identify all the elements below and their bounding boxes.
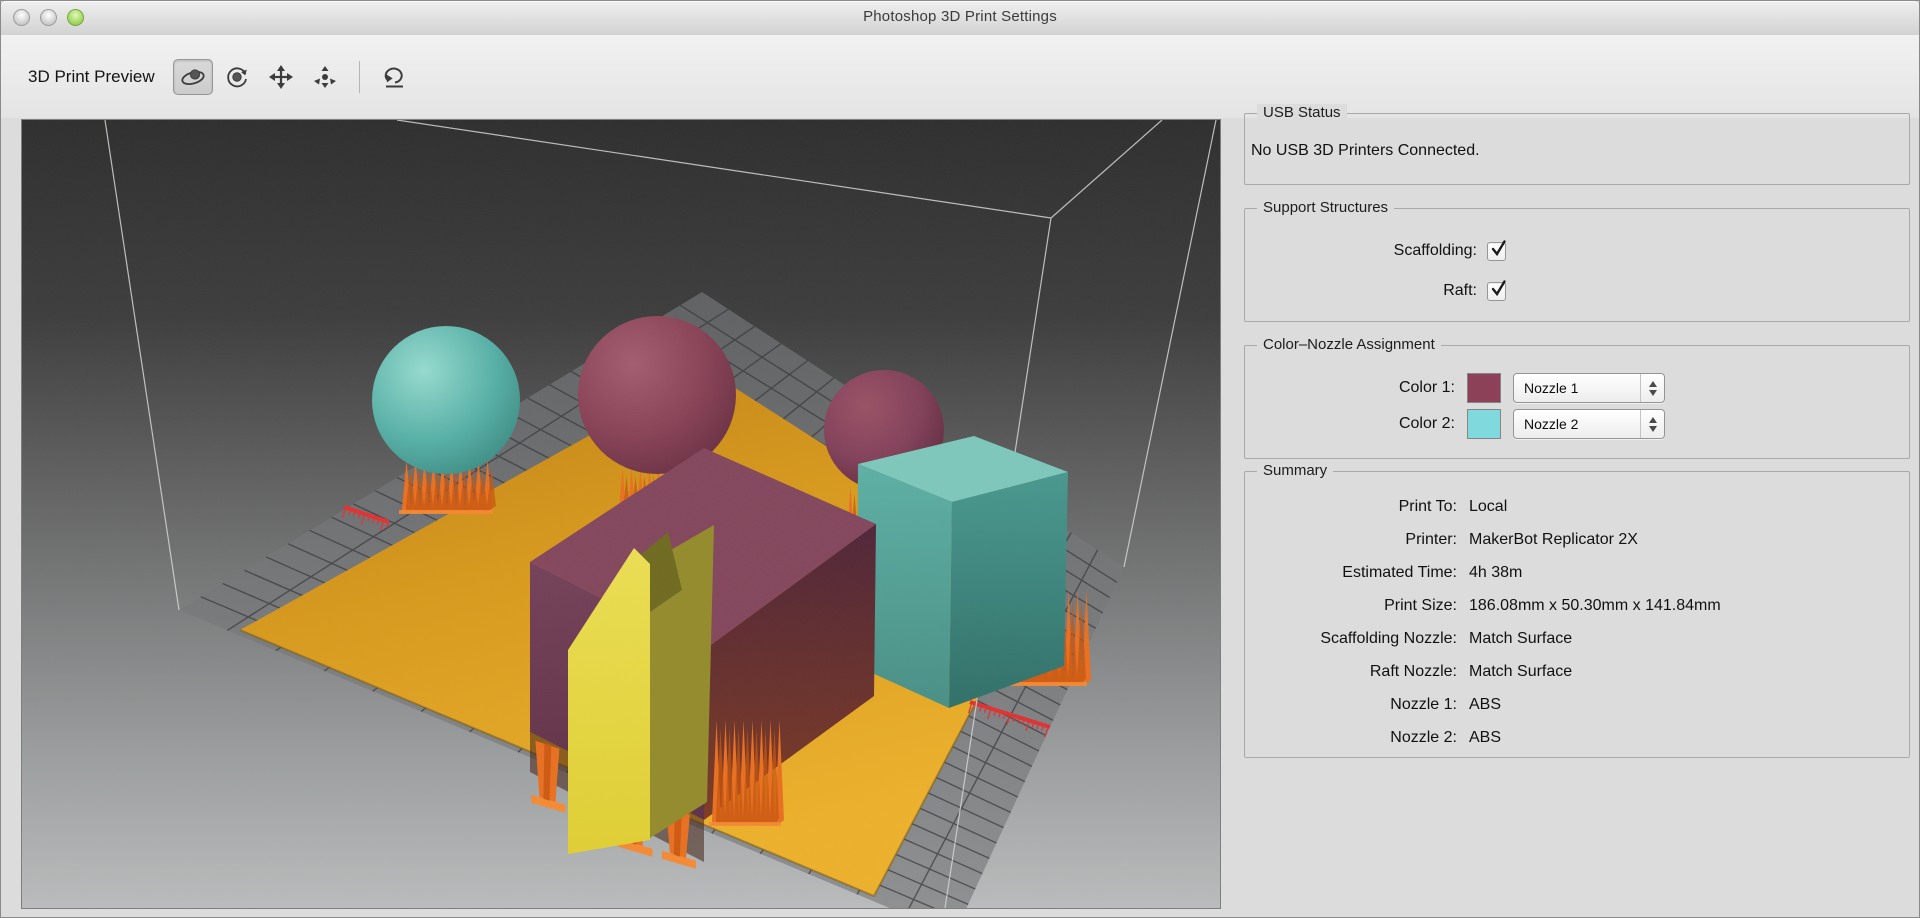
summary-row: Scaffolding Nozzle: Match Surface (1245, 622, 1909, 655)
color-2-row: Color 2: Nozzle 2 (1245, 406, 1909, 442)
color-2-nozzle-value: Nozzle 2 (1514, 416, 1640, 432)
summary-legend: Summary (1257, 462, 1333, 479)
color-2-swatch[interactable] (1467, 409, 1501, 439)
color-1-nozzle-value: Nozzle 1 (1514, 380, 1640, 396)
scaffolding-nozzle-label: Scaffolding Nozzle: (1245, 630, 1457, 648)
render-grain-overlay (22, 120, 1220, 908)
summary-row: Print To: Local (1245, 490, 1909, 523)
color-2-nozzle-dropdown[interactable]: Nozzle 2 (1513, 409, 1665, 439)
color-1-nozzle-dropdown[interactable]: Nozzle 1 (1513, 373, 1665, 403)
printer-label: Printer: (1245, 531, 1457, 549)
stepper-arrows-icon (1640, 410, 1664, 438)
stepper-arrows-icon (1640, 374, 1664, 402)
toolbar: 3D Print Preview (1, 35, 1919, 119)
print-to-label: Print To: (1245, 498, 1457, 516)
color-1-swatch[interactable] (1467, 373, 1501, 403)
raft-label: Raft: (1245, 282, 1477, 300)
print-size-value: 186.08mm x 50.30mm x 141.84mm (1469, 597, 1909, 615)
title-bar: Photoshop 3D Print Settings (1, 1, 1919, 36)
summary-row: Printer: MakerBot Replicator 2X (1245, 523, 1909, 556)
window-title: Photoshop 3D Print Settings (1, 8, 1919, 25)
summary-row: Print Size: 186.08mm x 50.30mm x 141.84mm (1245, 589, 1909, 622)
raft-row: Raft: (1245, 271, 1909, 311)
slide-3d-icon (312, 64, 338, 90)
color-nozzle-legend: Color–Nozzle Assignment (1257, 336, 1441, 353)
roll-3d-tool-button[interactable] (217, 59, 257, 95)
nozzle-2-value: ABS (1469, 729, 1909, 747)
3d-preview-viewport[interactable] (21, 119, 1221, 909)
support-structures-legend: Support Structures (1257, 199, 1394, 216)
roll-3d-icon (225, 65, 249, 89)
rotate-3d-tool-button[interactable] (173, 59, 213, 95)
summary-row: Raft Nozzle: Match Surface (1245, 655, 1909, 688)
photoshop-3d-print-settings-window: { "window": { "title": "Photoshop 3D Pri… (0, 0, 1920, 918)
printer-value: MakerBot Replicator 2X (1469, 531, 1909, 549)
usb-status-groupbox: USB Status No USB 3D Printers Connected. (1244, 113, 1910, 185)
rotate-3d-icon (180, 65, 206, 89)
color-1-label: Color 1: (1245, 379, 1455, 397)
raft-nozzle-label: Raft Nozzle: (1245, 663, 1457, 681)
print-to-value: Local (1469, 498, 1909, 516)
toolbar-label: 3D Print Preview (28, 67, 155, 87)
scaffolding-nozzle-value: Match Surface (1469, 630, 1909, 648)
color-2-label: Color 2: (1245, 415, 1455, 433)
summary-groupbox: Summary Print To:Local Printer:MakerBot … (1244, 471, 1910, 758)
nozzle-1-label: Nozzle 1: (1245, 696, 1457, 714)
usb-status-message: No USB 3D Printers Connected. (1251, 142, 1480, 160)
scaffolding-checkbox[interactable] (1487, 242, 1506, 261)
raft-checkbox[interactable] (1487, 282, 1506, 301)
usb-status-legend: USB Status (1257, 104, 1347, 121)
color-1-row: Color 1: Nozzle 1 (1245, 370, 1909, 406)
color-nozzle-groupbox: Color–Nozzle Assignment Color 1: Nozzle … (1244, 345, 1910, 459)
reset-view-icon (381, 64, 407, 90)
support-structures-groupbox: Support Structures Scaffolding: Raft: (1244, 208, 1910, 322)
3d-print-preview-scene (22, 120, 1220, 908)
slide-3d-tool-button[interactable] (305, 59, 345, 95)
estimated-time-label: Estimated Time: (1245, 564, 1457, 582)
raft-nozzle-value: Match Surface (1469, 663, 1909, 681)
nozzle-1-value: ABS (1469, 696, 1909, 714)
summary-row: Estimated Time: 4h 38m (1245, 556, 1909, 589)
pan-3d-tool-button[interactable] (261, 59, 301, 95)
print-size-label: Print Size: (1245, 597, 1457, 615)
summary-row: Nozzle 2: ABS (1245, 721, 1909, 754)
scaffolding-label: Scaffolding: (1245, 242, 1477, 260)
summary-row: Nozzle 1: ABS (1245, 688, 1909, 721)
nozzle-2-label: Nozzle 2: (1245, 729, 1457, 747)
scaffolding-row: Scaffolding: (1245, 231, 1909, 271)
estimated-time-value: 4h 38m (1469, 564, 1909, 582)
toolbar-separator (359, 61, 360, 93)
pan-3d-icon (268, 64, 294, 90)
main-content: USB Status No USB 3D Printers Connected.… (1, 118, 1919, 917)
reset-view-tool-button[interactable] (374, 59, 414, 95)
